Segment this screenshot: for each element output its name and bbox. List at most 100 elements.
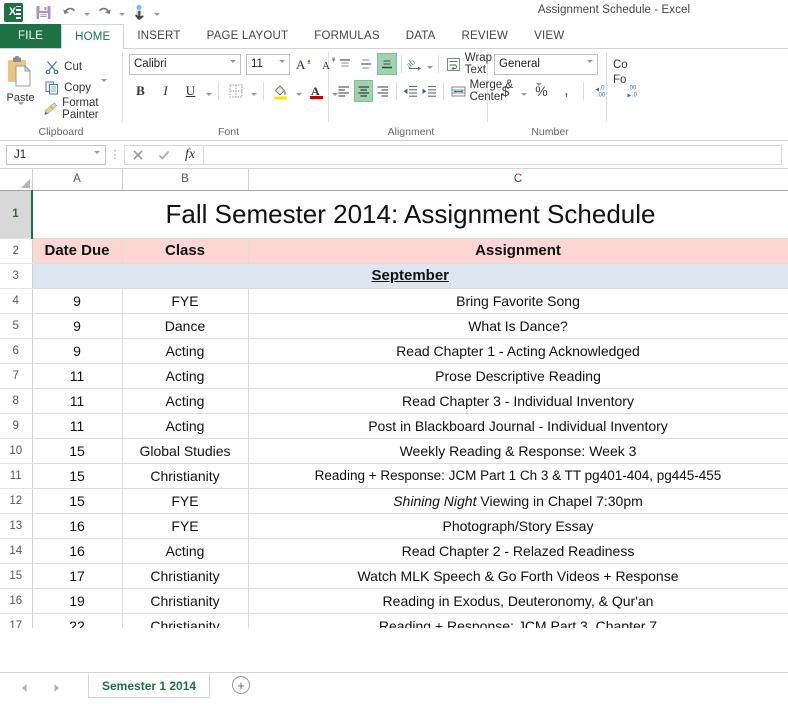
cell-date[interactable]: 11 [32,413,123,439]
name-box[interactable]: J1 [6,144,106,166]
cell-assignment[interactable]: Weekly Reading & Response: Week 3 [248,438,788,464]
cell-class[interactable]: Acting [122,413,249,439]
insert-function-icon[interactable]: fx [177,146,203,164]
percent-format-icon[interactable]: % [530,80,553,102]
cell-date[interactable]: 9 [32,338,123,364]
conditional-formatting-button[interactable]: Co Fo [613,52,628,88]
cell-header-class[interactable]: Class [122,238,249,264]
cell-assignment[interactable]: Post in Blackboard Journal - Individual … [248,413,788,439]
row-header-14[interactable]: 14 [0,538,33,564]
cell-class[interactable]: Christianity [122,563,249,589]
row-header-13[interactable]: 13 [0,513,33,539]
select-all-corner[interactable] [0,169,33,191]
cell-assignment[interactable]: Shining Night Viewing in Chapel 7:30pm [248,488,788,514]
align-middle-icon[interactable] [356,53,376,75]
copy-dropdown-icon[interactable] [101,79,108,94]
increase-font-size-icon[interactable]: A [292,53,315,75]
cell-date[interactable]: 16 [32,538,123,564]
cell-assignment[interactable]: Reading in Exodus, Deuteronomy, & Qur'an [248,588,788,614]
row-header-5[interactable]: 5 [0,313,33,339]
row-header-6[interactable]: 6 [0,338,33,364]
cell-assignment[interactable]: Photograph/Story Essay [248,513,788,539]
tab-view[interactable]: VIEW [521,24,577,48]
increase-indent-icon[interactable] [420,80,438,102]
cell-class[interactable]: Acting [122,338,249,364]
orientation-dropdown-icon[interactable] [426,53,434,75]
undo-dropdown-icon[interactable] [82,1,91,23]
copy-button[interactable]: Copy [41,78,122,97]
align-left-icon[interactable] [335,80,353,102]
row-header-11[interactable]: 11 [0,463,33,489]
cell-assignment[interactable]: Reading + Response: JCM Part 3, Chapter … [248,613,788,628]
cell-date[interactable]: 15 [32,438,123,464]
cell-date[interactable]: 11 [32,388,123,414]
orientation-icon[interactable]: ab [405,53,425,75]
font-size-dropdown-icon[interactable] [279,59,285,75]
formula-input[interactable] [203,144,782,165]
row-header-10[interactable]: 10 [0,438,33,464]
sheet-tab-semester-1-2014[interactable]: Semester 1 2014 [88,673,211,698]
paste-button[interactable]: Paste [0,52,41,123]
cell-class[interactable]: FYE [122,488,249,514]
cell-assignment[interactable]: What Is Dance? [248,313,788,339]
cell-class[interactable]: FYE [122,513,249,539]
comma-format-icon[interactable]: , [555,80,578,102]
cell-assignment[interactable]: Read Chapter 3 - Individual Inventory [248,388,788,414]
cell-assignment[interactable]: Read Chapter 2 - Relazed Readiness [248,538,788,564]
borders-icon[interactable] [224,80,247,102]
accounting-format-icon[interactable]: $ [494,80,517,102]
cell-assignment[interactable]: Watch MLK Speech & Go Forth Videos + Res… [248,563,788,589]
italic-button[interactable]: I [154,80,177,102]
cell-assignment[interactable]: Prose Descriptive Reading [248,363,788,389]
font-name-combo[interactable]: Calibri [129,53,241,75]
align-right-icon[interactable] [374,80,392,102]
redo-dropdown-icon[interactable] [117,1,126,23]
row-header-8[interactable]: 8 [0,388,33,414]
column-header-a[interactable]: A [32,169,123,191]
tab-home[interactable]: HOME [61,24,125,49]
underline-dropdown-icon[interactable] [204,80,213,102]
cell-assignment[interactable]: Read Chapter 1 - Acting Acknowledged [248,338,788,364]
number-format-dropdown-icon[interactable] [587,59,593,75]
font-name-dropdown-icon[interactable] [230,59,236,75]
format-painter-button[interactable]: Format Painter [41,97,122,121]
align-top-icon[interactable] [335,53,355,75]
fill-color-icon[interactable] [269,80,292,102]
cell-date[interactable]: 17 [32,563,123,589]
font-size-combo[interactable]: 11 [246,53,290,75]
row-header-9[interactable]: 9 [0,413,33,439]
cell-date[interactable]: 9 [32,288,123,314]
row-header-15[interactable]: 15 [0,563,33,589]
previous-sheet-icon[interactable] [18,682,30,694]
paste-dropdown-icon[interactable] [17,102,24,123]
column-header-c[interactable]: C [248,169,788,191]
column-header-b[interactable]: B [122,169,249,191]
fill-color-dropdown-icon[interactable] [294,80,303,102]
row-header-7[interactable]: 7 [0,363,33,389]
row-header-3[interactable]: 3 [0,263,33,289]
number-format-combo[interactable]: General [494,53,598,75]
cell-date[interactable]: 15 [32,488,123,514]
save-icon[interactable] [30,1,56,23]
tab-review[interactable]: REVIEW [449,24,522,48]
cut-button[interactable]: Cut [41,57,122,76]
row-header-1[interactable]: 1 [0,190,33,239]
next-sheet-icon[interactable] [50,682,62,694]
customize-qat-icon[interactable] [152,1,161,23]
bold-button[interactable]: B [129,80,152,102]
touch-mode-icon[interactable] [126,1,152,23]
row-header-2[interactable]: 2 [0,238,33,264]
cell-header-assignment[interactable]: Assignment [248,238,788,264]
tab-page-layout[interactable]: PAGE LAYOUT [194,24,302,48]
cell-assignment[interactable]: Reading + Response: JCM Part 1 Ch 3 & TT… [248,463,788,489]
name-box-dropdown-icon[interactable] [94,150,100,166]
align-bottom-icon[interactable] [376,53,397,75]
redo-icon[interactable] [91,1,117,23]
add-sheet-icon[interactable]: + [232,676,251,694]
align-center-icon[interactable] [354,80,374,102]
font-color-icon[interactable]: A [305,80,328,102]
row-header-12[interactable]: 12 [0,488,33,514]
decrease-indent-icon[interactable] [401,80,419,102]
accounting-dropdown-icon[interactable] [519,80,528,102]
cell-date[interactable]: 15 [32,463,123,489]
